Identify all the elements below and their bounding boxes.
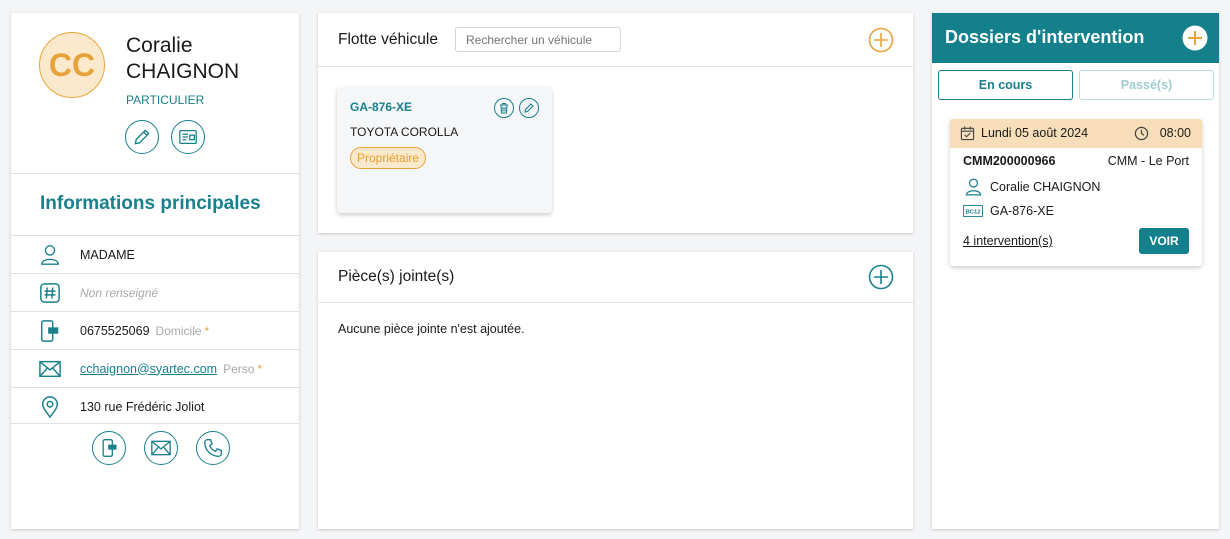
pencil-icon — [524, 103, 534, 113]
file-vehicle-plate: GA-876-XE — [990, 204, 1054, 218]
calendar-icon — [960, 125, 975, 146]
intervention-files-panel: Dossiers d'intervention En cours Passé(s… — [932, 13, 1219, 529]
add-attachment-button[interactable] — [868, 264, 894, 290]
client-last-name: CHAIGNON — [126, 60, 240, 83]
divider — [11, 173, 299, 174]
avatar: CC — [39, 32, 105, 98]
location-pin-icon — [38, 395, 62, 419]
email-row: cchaignon@syartec.com Perso * — [11, 349, 299, 387]
vehicle-plate[interactable]: GA-876-XE — [350, 100, 412, 114]
vehicle-search-input[interactable] — [455, 27, 621, 52]
owner-badge: Propriétaire — [350, 147, 427, 169]
attachments-panel: Pièce(s) jointe(s) Aucune pièce jointe n… — [318, 252, 913, 529]
client-name: Coralie CHAIGNON — [126, 33, 286, 85]
file-client-name: Coralie CHAIGNON — [990, 180, 1101, 194]
trash-icon — [500, 102, 508, 114]
client-type: PARTICULIER — [126, 93, 205, 107]
intervention-time: 08:00 — [1159, 126, 1191, 140]
edit-client-button[interactable] — [125, 120, 159, 154]
civility-value: MADAME — [80, 247, 135, 262]
intervention-card[interactable]: Lundi 05 août 2024 08:00 CMM200000966 CM… — [950, 119, 1202, 266]
email-label-text: Perso — [223, 361, 255, 376]
vehicle-model: TOYOTA COROLLA — [350, 125, 459, 139]
attachments-header: Pièce(s) jointe(s) — [318, 252, 913, 303]
sms-icon — [102, 439, 117, 457]
phone-row: 0675525069 Domicile * — [11, 311, 299, 349]
envelope-icon — [38, 357, 62, 381]
file-site: CMM - Le Port — [1107, 154, 1189, 168]
hash-icon — [38, 281, 62, 305]
user-icon — [38, 243, 62, 267]
attachments-title: Pièce(s) jointe(s) — [338, 268, 455, 285]
plus-circle-icon — [868, 264, 894, 290]
send-sms-button[interactable] — [92, 431, 126, 465]
file-code: CMM200000966 — [963, 154, 1056, 168]
call-button[interactable] — [196, 431, 230, 465]
plate-icon-text: BC12 — [965, 210, 981, 216]
id-value: Non renseigné — [80, 285, 159, 300]
email-link[interactable]: cchaignon@syartec.com — [80, 362, 217, 376]
vehicle-card[interactable]: GA-876-XE TOYOTA COROLLA Propriétaire — [337, 87, 552, 213]
divider — [11, 423, 299, 424]
empty-attachments-message: Aucune pièce jointe n'est ajoutée. — [338, 322, 525, 336]
clock-icon — [1134, 126, 1149, 146]
address-row: 130 rue Frédéric Joliot — [11, 387, 299, 425]
files-header: Dossiers d'intervention — [932, 13, 1219, 63]
edit-vehicle-button[interactable] — [519, 98, 539, 118]
interventions-link[interactable]: 4 intervention(s) — [963, 234, 1053, 248]
id-card-icon — [179, 130, 197, 144]
plus-circle-icon — [1182, 25, 1208, 51]
id-row: Non renseigné — [11, 273, 299, 311]
email-label: Perso * — [223, 362, 262, 376]
required-marker: * — [204, 323, 210, 338]
client-first-name: Coralie — [126, 34, 193, 57]
fleet-title: Flotte véhicule — [338, 31, 438, 48]
mobile-phone-icon — [38, 319, 62, 343]
id-card-button[interactable] — [171, 120, 205, 154]
send-email-button[interactable] — [144, 431, 178, 465]
add-vehicle-button[interactable] — [868, 27, 894, 53]
envelope-icon — [151, 440, 171, 456]
add-file-button[interactable] — [1182, 25, 1208, 51]
client-panel: CC Coralie CHAIGNON PARTICULIER Informat… — [11, 13, 299, 529]
phone-label-text: Domicile — [155, 323, 202, 338]
section-title: Informations principales — [40, 193, 261, 214]
file-vehicle-row: BC12 GA-876-XE — [963, 204, 1054, 218]
intervention-card-header: Lundi 05 août 2024 08:00 — [950, 119, 1202, 148]
license-plate-icon: BC12 — [963, 205, 983, 217]
file-client-row: Coralie CHAIGNON — [963, 177, 1100, 197]
fleet-header: Flotte véhicule — [318, 13, 913, 67]
user-icon — [963, 177, 983, 197]
address-value: 130 rue Frédéric Joliot — [80, 399, 205, 414]
fleet-panel: Flotte véhicule GA-876-XE TOYOTA COROLLA… — [318, 13, 913, 233]
tab-in-progress[interactable]: En cours — [938, 70, 1073, 100]
phone-label: Domicile * — [156, 324, 210, 338]
required-marker: * — [257, 361, 263, 376]
view-button[interactable]: VOIR — [1139, 228, 1189, 254]
plus-circle-icon — [868, 27, 894, 53]
files-title: Dossiers d'intervention — [945, 27, 1145, 47]
tab-past[interactable]: Passé(s) — [1079, 70, 1214, 100]
civility-row: MADAME — [11, 235, 299, 273]
intervention-date: Lundi 05 août 2024 — [981, 126, 1089, 140]
phone-icon — [203, 439, 222, 458]
delete-vehicle-button[interactable] — [494, 98, 514, 118]
pencil-icon — [134, 129, 150, 145]
phone-value[interactable]: 0675525069 — [80, 324, 150, 338]
